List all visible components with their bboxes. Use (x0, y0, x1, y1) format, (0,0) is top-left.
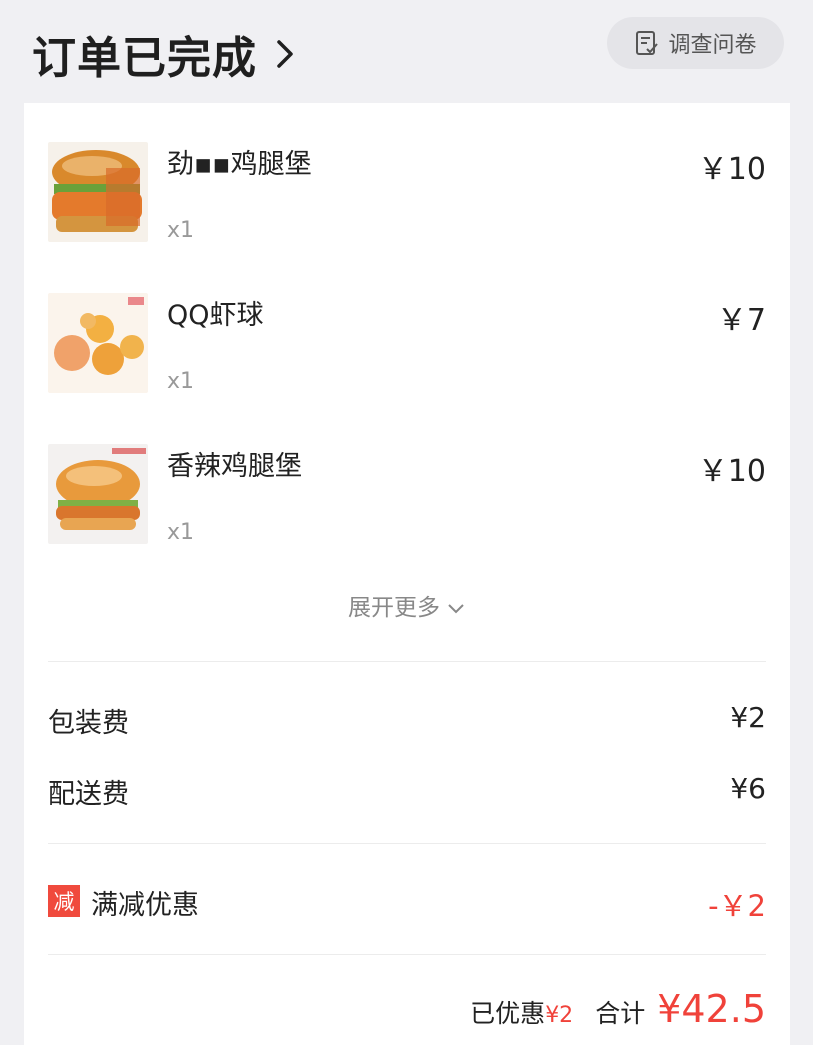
chevron-right-icon (277, 40, 293, 68)
delivery-fee-label: 配送费 (48, 779, 129, 810)
delivery-fee-value: ¥6 (730, 772, 766, 805)
divider (48, 954, 766, 955)
survey-icon (636, 31, 659, 55)
survey-button[interactable]: 调查问卷 (607, 17, 784, 69)
page-title: 订单已完成 (32, 33, 257, 84)
delivery-fee-row: 配送费 ¥6 (48, 772, 766, 812)
chevron-down-icon (448, 603, 464, 613)
item-price: ￥10 (697, 454, 766, 489)
item-quantity: x1 (167, 369, 195, 394)
discount-row: 减 满减优惠 -￥2 (48, 883, 766, 923)
item-price: ￥10 (697, 152, 766, 187)
expand-more-label: 展开更多 (348, 595, 440, 621)
expand-more-button[interactable]: 展开更多 (24, 588, 790, 622)
burger-thumbnail (48, 444, 148, 544)
saved-label: 已优惠 (470, 999, 546, 1028)
item-name: QQ虾球 (167, 300, 264, 331)
discount-label: 满减优惠 (91, 890, 199, 921)
order-status-title[interactable]: 订单已完成 (32, 22, 299, 86)
order-card: 劲▪▪鸡腿堡 x1 ￥10 QQ虾球 x1 ￥7 香辣鸡腿堡 x1 ￥10 展开… (24, 103, 790, 1045)
item-name: 劲▪▪鸡腿堡 (167, 149, 312, 180)
survey-label: 调查问卷 (668, 33, 757, 58)
total-value: ¥42.5 (657, 987, 766, 1031)
packing-fee-label: 包装费 (48, 708, 129, 739)
item-quantity: x1 (167, 520, 195, 545)
divider (48, 661, 766, 662)
packing-fee-value: ¥2 (730, 701, 766, 734)
saved-value: ¥2 (545, 1003, 574, 1028)
item-name: 香辣鸡腿堡 (167, 451, 302, 482)
total-row: 已优惠 ¥2 合计 ¥42.5 (470, 987, 766, 1037)
discount-badge: 减 (48, 885, 80, 917)
packing-fee-row: 包装费 ¥2 (48, 701, 766, 741)
item-price: ￥7 (716, 303, 766, 338)
list-item[interactable]: 劲▪▪鸡腿堡 x1 ￥10 (48, 142, 766, 243)
header: 订单已完成 调查问卷 (0, 0, 813, 100)
list-item[interactable]: 香辣鸡腿堡 x1 ￥10 (48, 444, 766, 545)
item-quantity: x1 (167, 218, 195, 243)
list-item[interactable]: QQ虾球 x1 ￥7 (48, 293, 766, 394)
shrimp-ball-thumbnail (48, 293, 148, 393)
divider (48, 843, 766, 844)
burger-thumbnail (48, 142, 148, 242)
discount-value: -￥2 (708, 889, 766, 923)
total-label: 合计 (595, 999, 646, 1028)
